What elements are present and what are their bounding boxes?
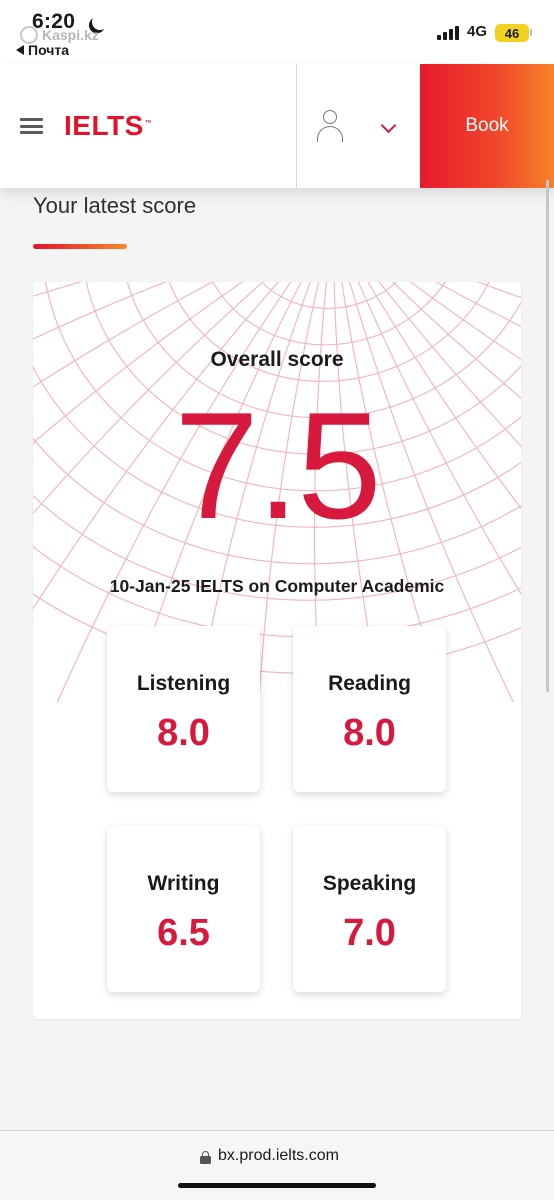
overlay-app-label: Kaspi.kz	[42, 27, 99, 43]
band-card-speaking: Speaking 7.0	[293, 826, 446, 992]
account-icon[interactable]	[316, 110, 344, 142]
band-name: Writing	[147, 872, 220, 895]
band-score: 7.0	[343, 912, 396, 954]
test-info: 10-Jan-25 IELTS on Computer Academic	[109, 576, 445, 596]
battery-icon: 46	[495, 24, 529, 42]
header-divider	[296, 64, 297, 188]
scrollbar[interactable]	[546, 180, 549, 692]
ielts-logo[interactable]: IELTS™	[64, 110, 152, 142]
lock-icon	[200, 1151, 211, 1164]
overall-score-value: 7.5	[174, 381, 381, 551]
signal-icon	[437, 26, 459, 40]
book-button[interactable]: Book	[420, 64, 554, 188]
browser-address-bar[interactable]: bx.prod.ielts.com	[0, 1130, 554, 1200]
chevron-down-icon[interactable]	[380, 117, 397, 134]
band-name: Speaking	[322, 872, 417, 895]
title-accent-line	[33, 244, 127, 249]
home-indicator[interactable]	[178, 1183, 376, 1188]
battery-cap	[530, 29, 532, 36]
back-app-label: Почта	[28, 42, 70, 58]
band-card-listening: Listening 8.0	[107, 626, 260, 792]
band-card-reading: Reading 8.0	[293, 626, 446, 792]
band-score: 8.0	[343, 712, 396, 754]
band-name: Reading	[328, 672, 411, 695]
band-score: 8.0	[157, 712, 210, 754]
status-bar: 6:20 Kaspi.kz Почта 4G 46	[0, 0, 554, 64]
network-label: 4G	[467, 23, 488, 40]
hamburger-menu-icon[interactable]	[20, 118, 43, 134]
screen: 6:20 Kaspi.kz Почта 4G 46 IELTS™ Book Yo…	[0, 0, 554, 1200]
url-text[interactable]: bx.prod.ielts.com	[218, 1147, 339, 1165]
band-score: 6.5	[157, 912, 210, 954]
section-title: Your latest score	[33, 193, 197, 218]
band-name: Listening	[136, 672, 231, 695]
back-to-app-button[interactable]: Почта	[16, 42, 69, 58]
band-card-writing: Writing 6.5	[107, 826, 260, 992]
back-arrow-icon	[16, 45, 24, 55]
site-header: IELTS™ Book	[0, 64, 554, 188]
trademark-mark: ™	[144, 119, 152, 127]
score-card: Overall score 7.5 10-Jan-25 IELTS on Com…	[33, 282, 521, 1019]
logo-text: IELTS	[64, 110, 144, 141]
overall-score-label: Overall score	[210, 348, 344, 371]
